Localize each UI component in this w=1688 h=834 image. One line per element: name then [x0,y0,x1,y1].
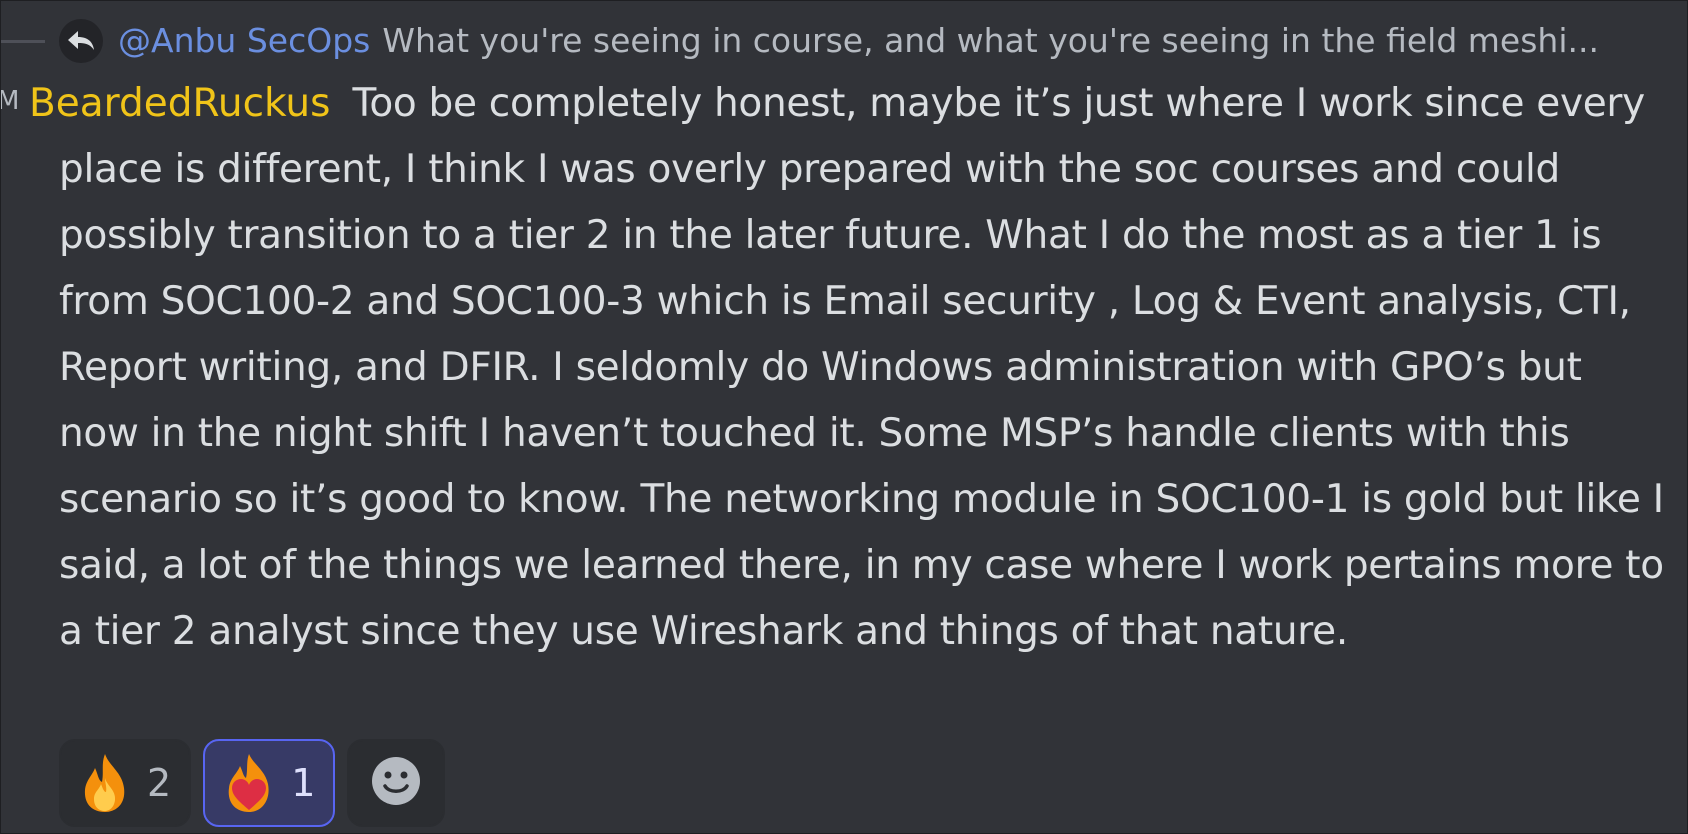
reaction-fire[interactable]: 2 [59,739,192,827]
fire-emoji-icon [75,751,135,815]
reply-text[interactable]: @Anbu SecOps What you're seeing in course… [118,15,1679,67]
reaction-count: 2 [147,761,172,805]
reply-spine-line [1,40,45,43]
add-reaction-smiley-icon [370,755,422,811]
chat-message-frame: @Anbu SecOps What you're seeing in course… [0,0,1688,834]
reaction-count: 1 [291,761,316,805]
reply-preview-text[interactable]: What you're seeing in course, and what y… [382,21,1599,60]
reaction-heart-on-fire[interactable]: 1 [203,739,336,827]
add-reaction-button[interactable] [347,739,446,827]
reply-reference[interactable]: @Anbu SecOps What you're seeing in course… [1,15,1687,67]
message-content: BeardedRuckus Too be completely honest, m… [29,71,1669,665]
author-username[interactable]: BeardedRuckus [29,81,330,126]
reactions-bar: 2 1 [59,739,446,827]
reply-mention[interactable]: @Anbu SecOps [118,21,370,60]
heart-on-fire-emoji-icon [219,751,279,815]
clipped-edge-letter: M [1,79,19,123]
message-text: Too be completely honest, maybe it’s jus… [59,81,1664,654]
reply-arrow-icon [59,19,103,63]
